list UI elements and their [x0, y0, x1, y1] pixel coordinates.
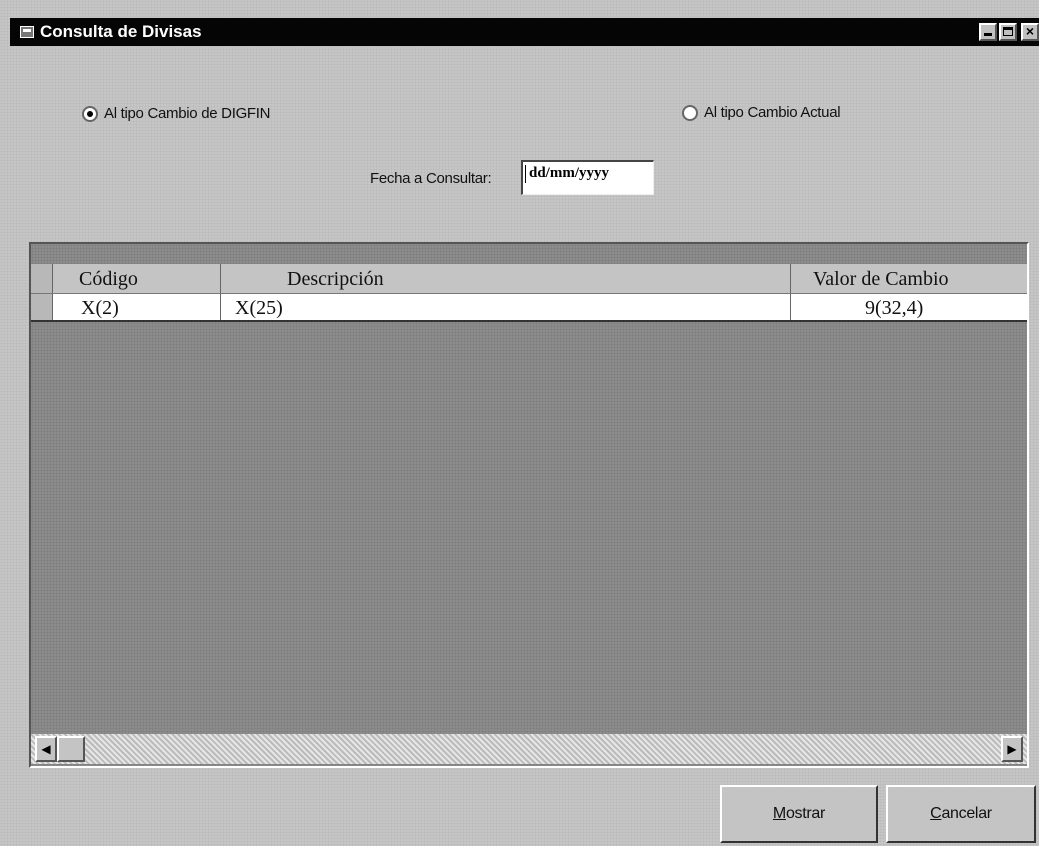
mostrar-button[interactable]: Mostrar: [720, 785, 878, 843]
cell-valor-cambio[interactable]: 9(32,4): [791, 294, 1027, 320]
maximize-icon: [1003, 27, 1013, 36]
window-title: Consulta de Divisas: [40, 22, 202, 41]
cell-codigo[interactable]: X(2): [53, 294, 221, 320]
table-row[interactable]: X(2) X(25) 9(32,4): [31, 294, 1027, 322]
grid-header: Código Descripción Valor de Cambio: [31, 264, 1027, 294]
fecha-label: Fecha a Consultar:: [370, 170, 492, 187]
radio-tipo-cambio-actual[interactable]: Al tipo Cambio Actual: [682, 104, 841, 121]
row-selector[interactable]: [31, 294, 53, 320]
arrow-left-icon: ◀: [41, 742, 51, 756]
fecha-input[interactable]: dd/mm/yyyy: [521, 160, 654, 195]
horizontal-scrollbar[interactable]: ◀ ▶: [31, 734, 1027, 764]
cancelar-label: Cancelar: [930, 805, 992, 822]
radio-button-unchecked[interactable]: [682, 104, 698, 121]
minimize-icon: [984, 33, 992, 36]
scroll-right-button[interactable]: ▶: [1001, 736, 1023, 762]
radio-actual-label: Al tipo Cambio Actual: [704, 104, 841, 121]
radio-tipo-cambio-digfin[interactable]: Al tipo Cambio de DIGFIN: [82, 105, 271, 122]
close-button[interactable]: ×: [1021, 23, 1039, 41]
radio-digfin-label: Al tipo Cambio de DIGFIN: [104, 105, 271, 122]
scroll-thumb[interactable]: [57, 736, 85, 762]
cell-descripcion[interactable]: X(25): [221, 294, 791, 320]
scroll-left-button[interactable]: ◀: [35, 736, 57, 762]
consulta-divisas-window: Consulta de Divisas × Al tipo Cambio de …: [0, 0, 1039, 846]
arrow-right-icon: ▶: [1007, 742, 1017, 756]
mostrar-label: Mostrar: [772, 805, 826, 822]
header-descripcion[interactable]: Descripción: [221, 264, 791, 293]
app-icon[interactable]: [20, 26, 34, 38]
currency-grid[interactable]: Código Descripción Valor de Cambio X(2) …: [29, 242, 1029, 768]
row-selector-header[interactable]: [31, 264, 53, 293]
title-bar[interactable]: Consulta de Divisas ×: [10, 18, 1039, 46]
maximize-button[interactable]: [999, 23, 1017, 41]
radio-button-checked[interactable]: [82, 105, 98, 122]
minimize-button[interactable]: [979, 23, 997, 41]
header-codigo[interactable]: Código: [53, 264, 221, 293]
header-valor-cambio[interactable]: Valor de Cambio: [791, 264, 1027, 293]
cancelar-button[interactable]: Cancelar: [886, 785, 1036, 843]
close-icon: ×: [1025, 23, 1035, 39]
